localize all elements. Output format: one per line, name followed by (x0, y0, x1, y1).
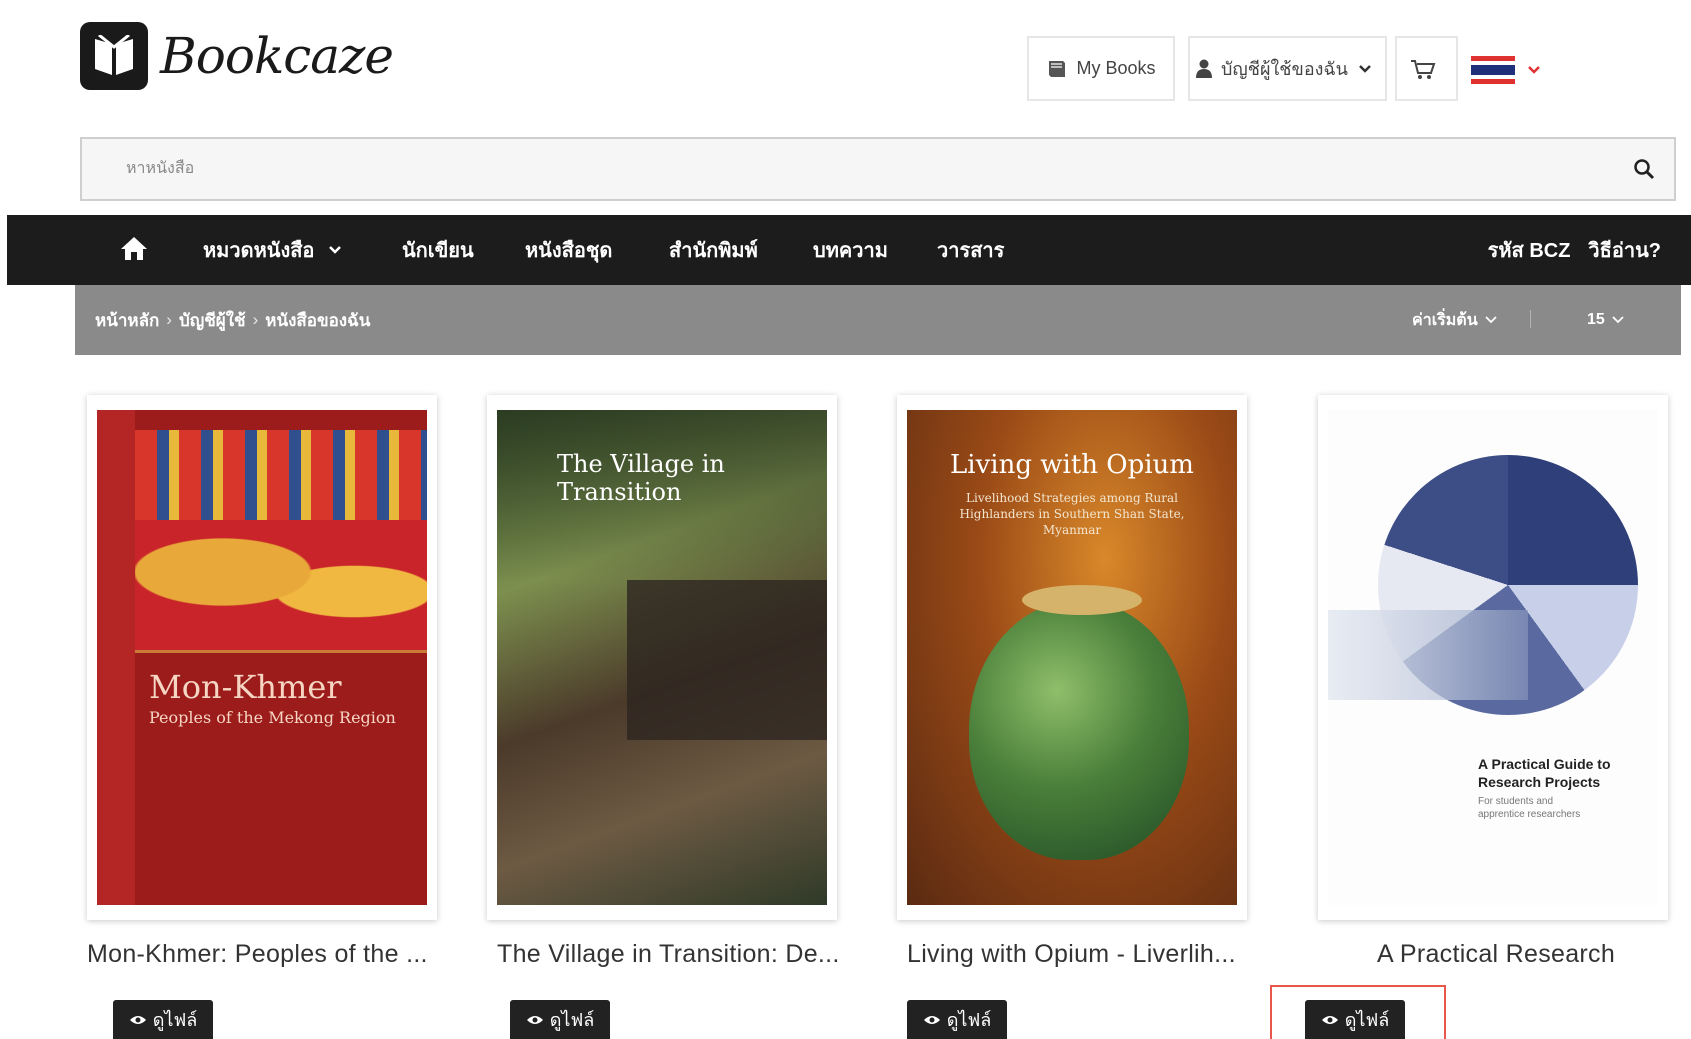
chevron-down-icon (1484, 316, 1497, 324)
book-title[interactable]: Living with Opium - Liverlih... (907, 940, 1236, 969)
nav-articles[interactable]: บทความ (813, 215, 888, 285)
cover-title: The Village in Transition (557, 450, 725, 506)
cart-icon (1410, 59, 1435, 79)
nav-book-series[interactable]: หนังสือชุด (525, 215, 612, 285)
home-link[interactable] (120, 235, 148, 266)
search-button[interactable] (1614, 158, 1674, 180)
sort-order-label: ค่าเริ่มต้น (1412, 311, 1478, 329)
breadcrumb-separator: › (252, 310, 259, 329)
nav-categories-label: หมวดหนังสือ (203, 240, 315, 262)
chevron-down-icon (1612, 316, 1624, 324)
view-file-label: ดูไฟล์ (152, 1010, 198, 1030)
search-bar (80, 137, 1676, 201)
account-dropdown[interactable]: บัญชีผู้ใช้ของฉัน (1188, 36, 1387, 101)
breadcrumb-bar: หน้าหลัก › บัญชีผู้ใช้ › หนังสือของฉัน ค… (75, 285, 1681, 355)
search-input[interactable] (82, 139, 1614, 199)
home-icon (121, 237, 147, 260)
thai-flag-icon (1471, 56, 1515, 85)
book-logo-icon (80, 22, 148, 90)
breadcrumb-account[interactable]: บัญชีผู้ใช้ (179, 307, 246, 334)
view-file-button[interactable]: ดูไฟล์ (1305, 1000, 1405, 1039)
chevron-down-icon (1359, 64, 1371, 73)
book-title[interactable]: Mon-Khmer: Peoples of the ... (87, 940, 428, 969)
nav-publishers[interactable]: สำนักพิมพ์ (669, 215, 758, 285)
eye-icon (526, 1015, 543, 1024)
cover-title: A Practical Guide to Research Projects (1478, 756, 1611, 790)
book-cover-image[interactable]: Living with Opium Livelihood Strategies … (907, 410, 1237, 905)
cover-title: Living with Opium (950, 450, 1194, 480)
view-file-label: ดูไฟล์ (1344, 1010, 1390, 1030)
view-file-label: ดูไฟล์ (549, 1010, 595, 1030)
eye-icon (1321, 1015, 1338, 1024)
per-page-label: 15 (1587, 311, 1605, 328)
user-icon (1195, 59, 1212, 78)
book-cover-image[interactable]: Mon-Khmer Peoples of the Mekong Region (97, 410, 427, 905)
search-icon (1634, 159, 1655, 180)
breadcrumb-home[interactable]: หน้าหลัก (95, 307, 159, 334)
cover-title: Mon-Khmer (149, 668, 342, 706)
breadcrumb-separator: › (166, 310, 172, 329)
chevron-down-icon (1528, 66, 1540, 74)
nav-journals[interactable]: วารสาร (937, 215, 1004, 285)
nav-authors[interactable]: นักเขียน (402, 215, 474, 285)
cover-subtitle: Peoples of the Mekong Region (149, 708, 396, 727)
my-books-label: My Books (1076, 58, 1156, 78)
per-page-dropdown[interactable]: 15 (1587, 285, 1625, 355)
main-nav: หมวดหนังสือ นักเขียน หนังสือชุด สำนักพิม… (7, 215, 1691, 285)
nav-how-to-read[interactable]: วิธีอ่าน? (1588, 234, 1661, 266)
language-selector[interactable] (1471, 56, 1541, 85)
book-card[interactable]: The Village in Transition (487, 395, 837, 920)
eye-icon (129, 1015, 146, 1024)
book-icon (1049, 60, 1066, 77)
book-card[interactable]: Mon-Khmer Peoples of the Mekong Region (87, 395, 437, 920)
my-books-button[interactable]: My Books (1027, 36, 1175, 101)
cart-button[interactable] (1395, 36, 1458, 101)
chevron-down-icon (329, 246, 342, 254)
breadcrumb: หน้าหลัก › บัญชีผู้ใช้ › หนังสือของฉัน (95, 285, 370, 355)
cover-subtitle: For students and apprentice researchers (1478, 796, 1581, 820)
book-cover-image[interactable]: A Practical Guide to Research Projects F… (1328, 410, 1658, 905)
logo-text: Bookcaze (160, 27, 394, 85)
nav-categories[interactable]: หมวดหนังสือ (203, 215, 342, 285)
book-title[interactable]: The Village in Transition: De... (497, 940, 840, 969)
sort-order-dropdown[interactable]: ค่าเริ่มต้น (1412, 285, 1498, 355)
sort-divider (1530, 310, 1531, 328)
view-file-label: ดูไฟล์ (946, 1010, 992, 1030)
book-card[interactable]: A Practical Guide to Research Projects F… (1318, 395, 1668, 920)
cover-subtitle: Livelihood Strategies among Rural Highla… (959, 491, 1185, 537)
nav-bcz-code[interactable]: รหัส BCZ (1488, 234, 1571, 266)
book-card[interactable]: Living with Opium Livelihood Strategies … (897, 395, 1247, 920)
view-file-button[interactable]: ดูไฟล์ (510, 1000, 610, 1039)
logo[interactable]: Bookcaze (80, 22, 394, 90)
account-label: บัญชีผู้ใช้ของฉัน (1220, 59, 1348, 79)
book-cover-image[interactable]: The Village in Transition (497, 410, 827, 905)
breadcrumb-my-books: หนังสือของฉัน (265, 310, 371, 330)
book-title[interactable]: A Practical Research (1377, 940, 1615, 969)
view-file-button[interactable]: ดูไฟล์ (113, 1000, 213, 1039)
eye-icon (923, 1015, 940, 1024)
view-file-button[interactable]: ดูไฟล์ (907, 1000, 1007, 1039)
